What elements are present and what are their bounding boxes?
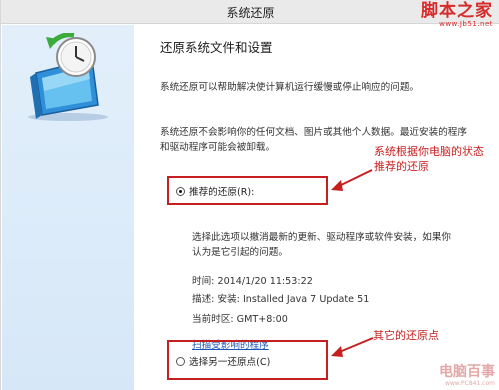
recommended-description: 选择此选项以撤消最新的更新、驱动程序或软件安装，如果你认为是它引起的问题。 [192,232,452,258]
restore-time: 时间: 2014/1/20 11:53:22 [192,276,313,287]
sidebar-panel [2,25,134,390]
annotation-recommended-text: 系统根据你电脑的状态 推荐的还原 [374,145,484,173]
callout-box-recommended [167,176,328,205]
system-restore-icon [28,33,108,121]
watermark-bottom-brand: 电脑百事 [439,364,495,380]
content-area: 还原系统文件和设置 系统还原可以帮助解决使计算机运行缓慢或停止响应的问题。 系统… [134,25,499,390]
page-heading: 还原系统文件和设置 [160,40,273,55]
intro-text: 系统还原可以帮助解决使计算机运行缓慢或停止响应的问题。 [160,82,420,93]
watermark-bottom-url: www.PC841.com [444,380,495,387]
watermark-bottom: 电脑百事 www.PC841.com [439,364,495,388]
restore-description: 描述: 安装: Installed Java 7 Update 51 [192,294,370,305]
restore-timezone: 当前时区: GMT+8:00 [192,314,288,325]
watermark-brand: 脚本之家 [421,1,493,21]
annotation-other: 其它的还原点 [373,329,439,342]
annotation-recommended: 系统根据你电脑的状态 推荐的还原 [374,144,484,174]
callout-box-other [167,340,328,380]
system-restore-window: 系统还原 脚本之家 www.Jb51.net 还原系统文件和设置 系统还原可以帮… [0,0,499,390]
